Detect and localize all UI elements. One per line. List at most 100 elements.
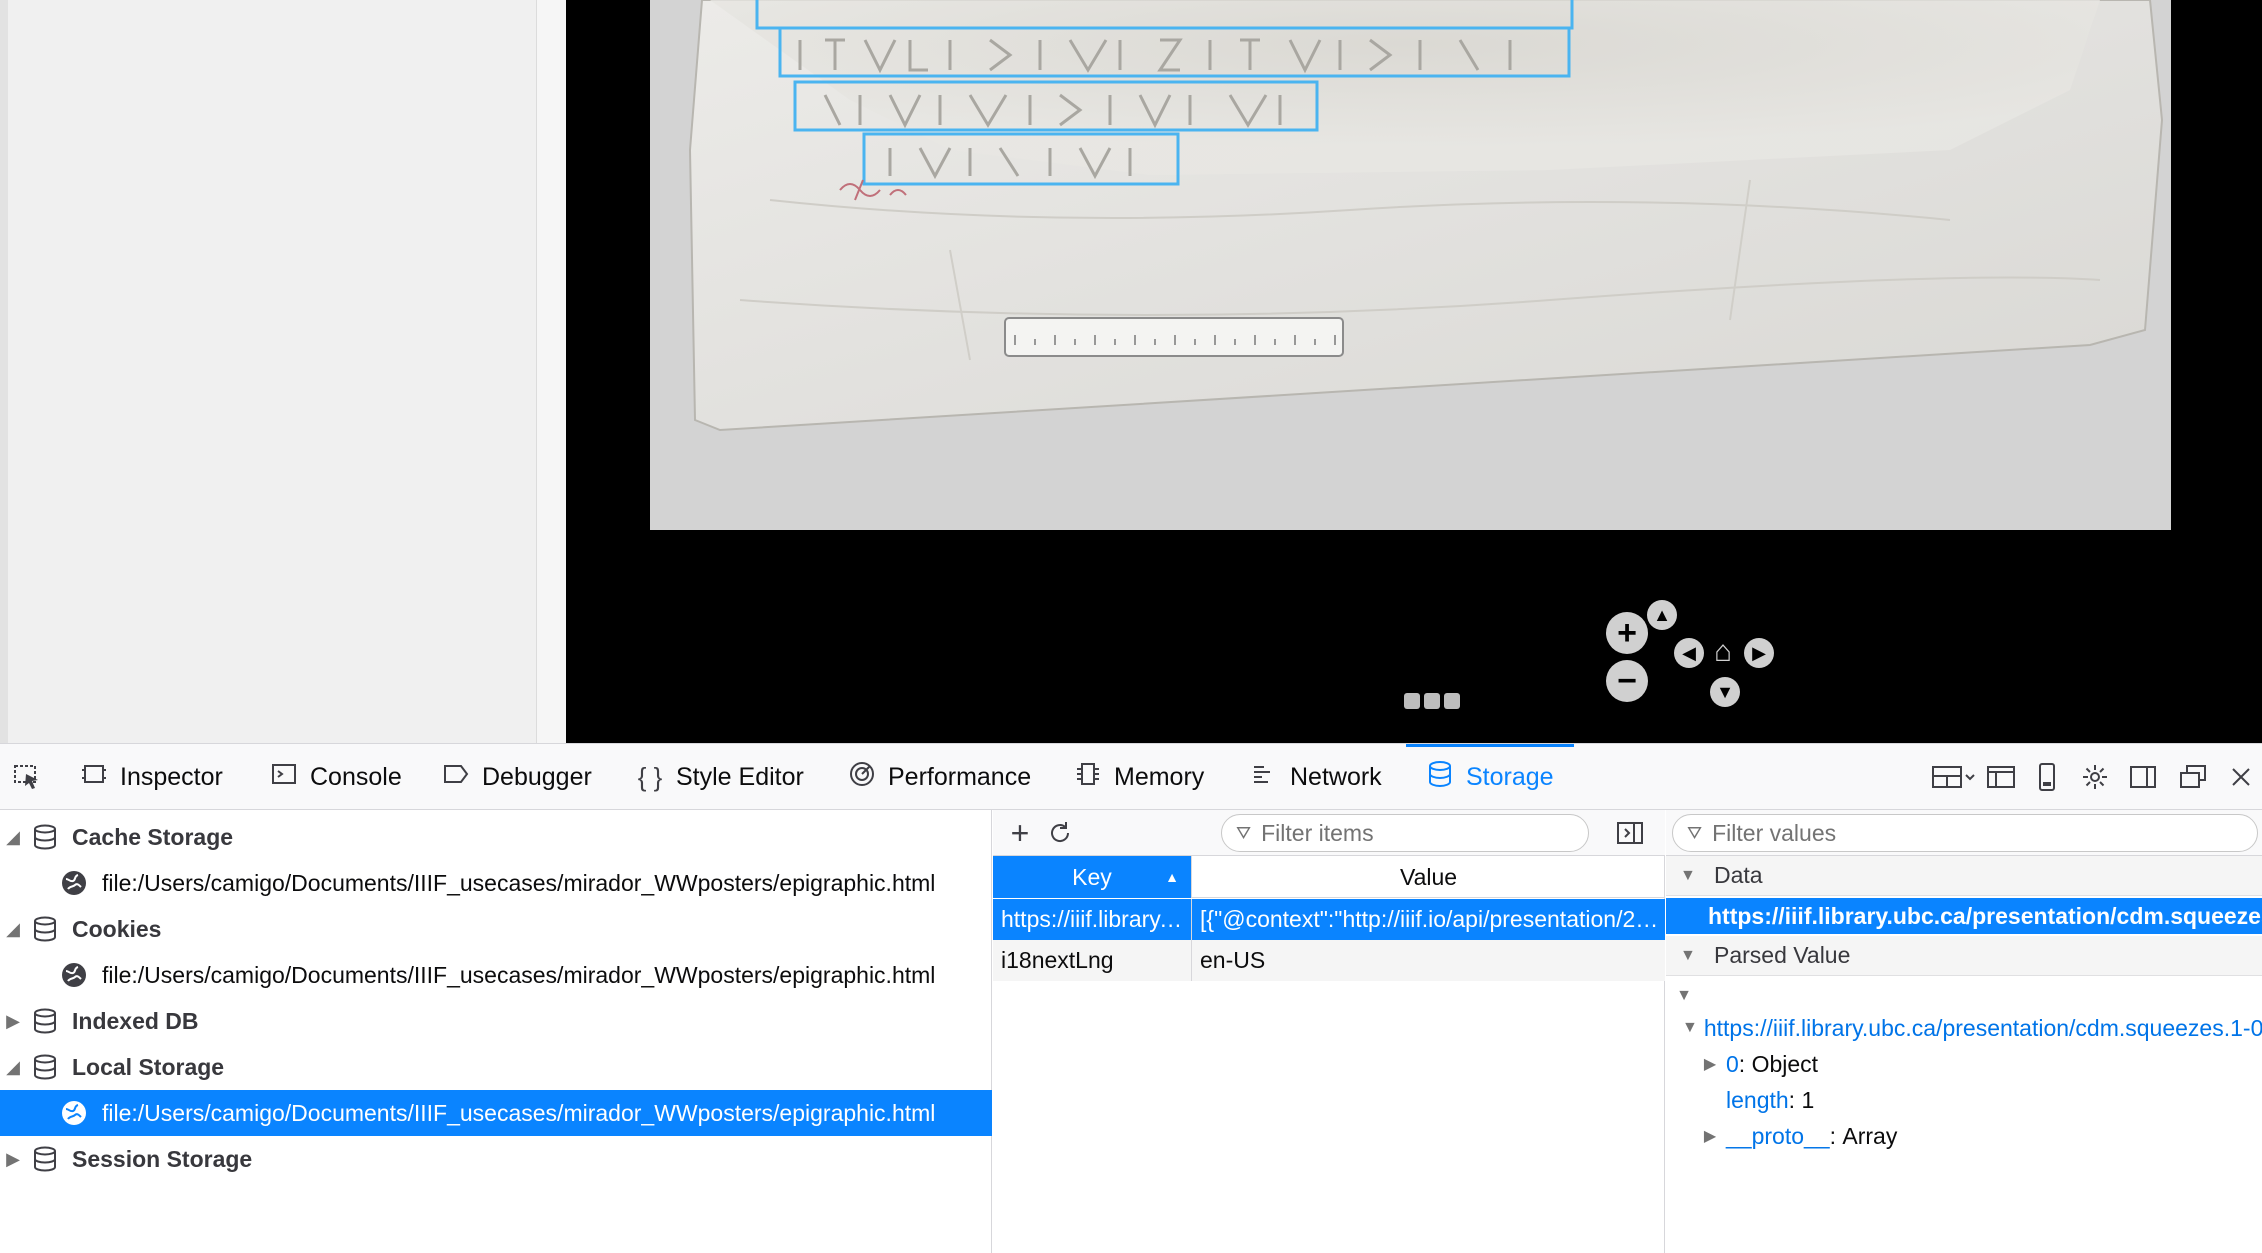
tab-label: Console (310, 762, 402, 791)
pan-right-button[interactable]: ▶ (1744, 638, 1774, 668)
pan-up-button[interactable]: ▲ (1647, 600, 1677, 630)
pager-dot[interactable] (1444, 693, 1460, 709)
tree-item-label: Cache Storage (72, 823, 234, 850)
tab-label: Performance (888, 762, 1032, 791)
database-icon (34, 1146, 56, 1172)
dock-side-icon[interactable] (2126, 760, 2160, 794)
storage-tree: ◢ Cache Storage file:/Users/camigo/Docum… (0, 810, 992, 1253)
pan-down-button[interactable]: ▼ (1710, 677, 1740, 707)
tab-label: Inspector (120, 762, 223, 791)
debugger-icon (442, 761, 470, 794)
parsed-root-row[interactable]: ▼ https://iiif.library.ubc.ca/presentati… (1666, 1010, 2262, 1046)
tree-item-local-storage[interactable]: ◢ Local Storage (0, 1044, 992, 1090)
table-cell-key: https://iiif.library.ubc.ca/presentation… (993, 899, 1192, 940)
collapsed-twisty-icon[interactable]: ▶ (2, 1011, 24, 1032)
table-header: Key ▲ Value (993, 856, 1665, 898)
tab-memory[interactable]: Memory (1074, 744, 1204, 810)
filter-icon: ⛛ (1687, 822, 1703, 843)
prop-row[interactable]: ▶ 0: Object (1666, 1046, 2262, 1082)
tab-label: Network (1290, 762, 1382, 791)
tab-label: Storage (1466, 762, 1554, 791)
table-cell-value: en-US (1192, 940, 1665, 981)
tab-debugger[interactable]: Debugger (442, 744, 592, 810)
table-toolbar: + ⛛ (993, 810, 1665, 856)
tab-style-editor[interactable]: { } Style Editor (636, 744, 804, 810)
pager-dot[interactable] (1404, 693, 1420, 709)
data-section-header[interactable]: ▼ Data (1666, 856, 2262, 896)
storage-table-panel: + ⛛ Key ▲ Value https://iiif.library.ubc… (993, 810, 1665, 1253)
tree-item-indexed-db[interactable]: ▶ Indexed DB (0, 998, 992, 1044)
tab-label: Debugger (482, 762, 592, 791)
database-icon (34, 1054, 56, 1080)
toggle-sidebar-icon[interactable] (1613, 816, 1647, 850)
squeeze-image-graphic (688, 0, 2164, 432)
collapsed-twisty-icon[interactable]: ▶ (2, 1149, 24, 1170)
responsive-frame-icon[interactable] (1984, 760, 2018, 794)
pager-dot[interactable] (1424, 693, 1440, 709)
panel-divider[interactable] (536, 0, 566, 743)
home-icon[interactable]: ⌂ (1706, 635, 1740, 669)
cell-text: [{"@context":"http://iiif.io/api/present… (1200, 906, 1665, 932)
tab-storage[interactable]: Storage (1406, 744, 1574, 810)
close-icon[interactable] (2224, 760, 2258, 794)
memory-icon (1074, 761, 1102, 794)
tree-item-cookies[interactable]: ◢ Cookies (0, 906, 992, 952)
zoom-out-button[interactable]: − (1606, 660, 1648, 702)
table-row[interactable]: i18nextLng en-US (993, 940, 1665, 981)
tree-item-cache-storage[interactable]: ◢ Cache Storage (0, 814, 992, 860)
panel-edge (0, 0, 8, 743)
pan-left-button[interactable]: ◀ (1674, 638, 1704, 668)
tree-item-session-storage[interactable]: ▶ Session Storage (0, 1136, 992, 1182)
table-cell-key: i18nextLng (993, 940, 1192, 981)
column-header-value[interactable]: Value (1192, 856, 1665, 898)
tab-inspector[interactable]: Inspector (80, 744, 223, 810)
tab-network[interactable]: Network (1250, 744, 1382, 810)
tree-item-label: file:/Users/camigo/Documents/IIIF_usecas… (102, 961, 936, 988)
devtools-toolbar: Inspector Console Debugger { } Style Edi… (0, 744, 2262, 810)
tree-item-label: file:/Users/camigo/Documents/IIIF_usecas… (102, 869, 936, 896)
collapsed-twisty-icon: ▶ (1703, 1056, 1717, 1073)
tab-console[interactable]: Console (270, 744, 402, 810)
prop-value: Array (1842, 1122, 1898, 1149)
add-item-icon[interactable]: + (1003, 815, 1037, 851)
expanded-twisty-icon[interactable]: ◢ (2, 1057, 24, 1078)
table-row[interactable]: https://iiif.library.ubc.ca/presentation… (993, 899, 1665, 940)
filter-items-field[interactable] (1261, 819, 1543, 847)
filter-values-field[interactable] (1712, 819, 2169, 847)
tree-item-local-storage-host[interactable]: file:/Users/camigo/Documents/IIIF_usecas… (0, 1090, 992, 1136)
filter-items-input[interactable]: ⛛ (1221, 814, 1589, 852)
prop-row[interactable]: ▶ __proto__: Array (1666, 1118, 2262, 1154)
left-side-panel (0, 0, 566, 743)
responsive-design-mode-icon[interactable] (2030, 760, 2064, 794)
tab-performance[interactable]: Performance (848, 744, 1031, 810)
parsed-root-key: https://iiif.library.ubc.ca/presentation… (1703, 1014, 2262, 1041)
refresh-icon[interactable] (1043, 816, 1077, 850)
tree-item-cache-host[interactable]: file:/Users/camigo/Documents/IIIF_usecas… (0, 860, 992, 906)
tree-item-cookies-host[interactable]: file:/Users/camigo/Documents/IIIF_usecas… (0, 952, 992, 998)
database-icon (34, 916, 56, 942)
parsed-value-section-header[interactable]: ▼ Parsed Value (1666, 936, 2262, 976)
filter-values-input[interactable]: ⛛ (1672, 814, 2258, 852)
tab-label: Style Editor (676, 762, 804, 791)
prop-row[interactable]: length: 1 (1666, 1082, 2262, 1118)
squeeze-image[interactable] (650, 0, 2171, 530)
image-canvas[interactable]: + − ▲ ◀ ⌂ ▶ ▼ (566, 0, 2262, 743)
pager-dots[interactable] (1404, 693, 1460, 709)
zoom-in-button[interactable]: + (1606, 612, 1648, 654)
data-value-row[interactable]: https://iiif.library.ubc.ca/presentation… (1666, 898, 2262, 934)
expanded-twisty-icon[interactable]: ◢ (2, 919, 24, 940)
expanded-twisty-icon[interactable]: ◢ (2, 827, 24, 848)
separate-window-icon[interactable] (2176, 760, 2210, 794)
split-console-layout-icon[interactable] (1928, 760, 1978, 794)
cell-text: en-US (1200, 947, 1266, 973)
element-picker-icon[interactable] (10, 760, 44, 794)
expanded-twisty-icon: ▼ (1682, 1019, 1698, 1036)
column-header-key[interactable]: Key ▲ (993, 856, 1192, 898)
parsed-root-toggle[interactable]: ▼ (1666, 978, 2262, 1014)
prop-key: 0 (1726, 1050, 1739, 1077)
sort-ascending-icon: ▲ (1165, 869, 1179, 885)
cell-text: https://iiif.library.ubc.ca/presentation… (1001, 906, 1191, 932)
section-label: Parsed Value (1714, 942, 1851, 968)
settings-gear-icon[interactable] (2078, 760, 2112, 794)
prop-value: 1 (1801, 1086, 1815, 1113)
